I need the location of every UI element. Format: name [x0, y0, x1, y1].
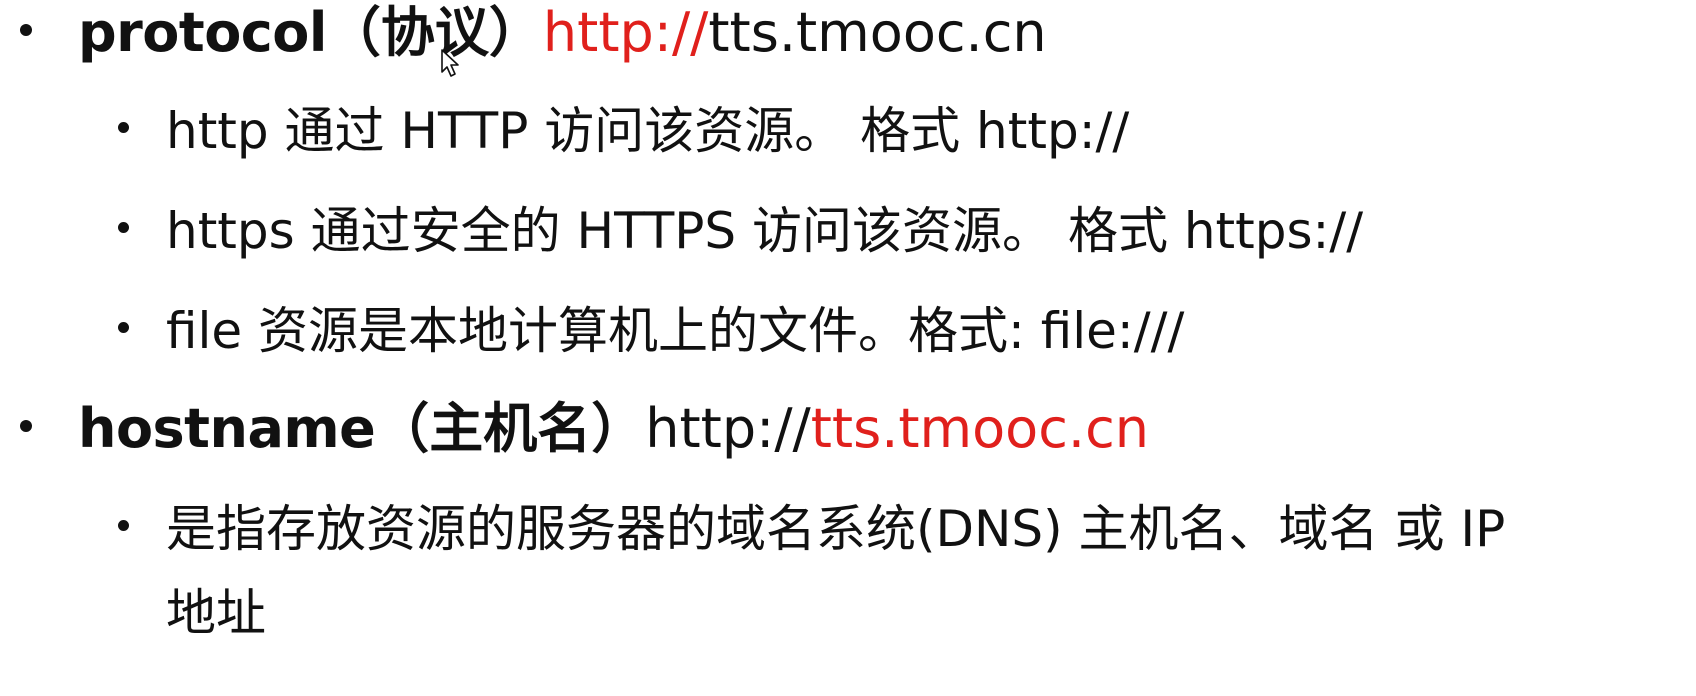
- sub-bullet-file-text: file 资源是本地计算机上的文件。格式: file:///: [166, 302, 1185, 360]
- sub-bullet-hostname-desc-line1: 是指存放资源的服务器的域名系统(DNS) 主机名、域名 或 IP: [166, 500, 1506, 558]
- hostname-paren-label: （主机名）: [375, 397, 646, 460]
- hostname-url-highlight: tts.tmooc.cn: [810, 397, 1149, 460]
- bullet-hostname-text: hostname（主机名）http://tts.tmooc.cn: [78, 402, 1149, 456]
- protocol-url-rest: tts.tmooc.cn: [708, 1, 1047, 64]
- sub-bullet-http-text: http 通过 HTTP 访问该资源。 格式 http://: [166, 102, 1130, 160]
- bullet-dot: [20, 420, 32, 432]
- hostname-keyword: hostname: [78, 397, 376, 460]
- sub-bullet-https-text: https 通过安全的 HTTPS 访问该资源。 格式 https://: [166, 202, 1364, 260]
- sub-bullet-hostname-desc-line2: 地址: [166, 584, 266, 642]
- slide: protocol（协议）http://tts.tmooc.cn http 通过 …: [0, 0, 1696, 696]
- protocol-paren-label: （协议）: [326, 1, 543, 64]
- bullet-dot: [118, 520, 129, 531]
- bullet-protocol-text: protocol（协议）http://tts.tmooc.cn: [78, 6, 1047, 60]
- bullet-dot: [118, 122, 129, 133]
- mouse-pointer-icon: [441, 49, 459, 77]
- bullet-dot: [118, 222, 129, 233]
- bullet-dot: [118, 322, 129, 333]
- bullet-dot: [20, 24, 32, 36]
- hostname-url-prefix: http://: [645, 397, 811, 460]
- protocol-keyword: protocol: [78, 1, 327, 64]
- protocol-url-highlight: http://: [542, 1, 709, 64]
